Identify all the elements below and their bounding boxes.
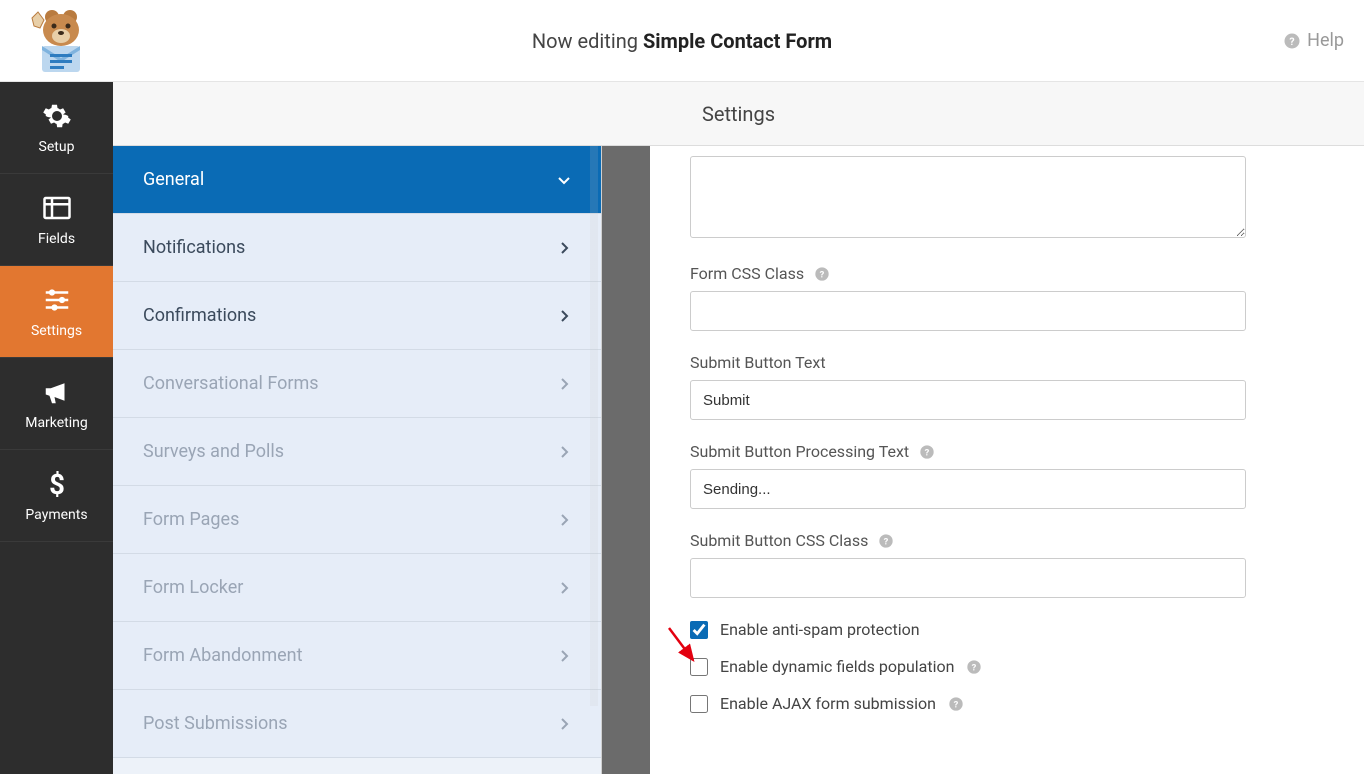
- editing-prefix: Now editing: [532, 29, 643, 53]
- settings-menu-form-pages[interactable]: Form Pages: [113, 486, 601, 554]
- checkbox-dynamic-fields: Enable dynamic fields population ?: [690, 657, 1324, 676]
- help-icon[interactable]: ?: [919, 444, 935, 460]
- settings-menu-label: Form Locker: [143, 577, 243, 598]
- svg-text:?: ?: [925, 447, 930, 458]
- rail-item-payments[interactable]: $ Payments: [0, 450, 113, 542]
- checkbox-ajax: Enable AJAX form submission ?: [690, 694, 1324, 713]
- field-group-css-class: Form CSS Class ?: [690, 264, 1324, 331]
- chevron-right-icon: [557, 513, 571, 527]
- svg-text:?: ?: [954, 699, 959, 710]
- submit-button-text-input[interactable]: [690, 380, 1246, 420]
- checkbox-label: Enable dynamic fields population: [720, 657, 954, 676]
- field-group-submit-text: Submit Button Text: [690, 353, 1324, 420]
- ajax-submission-checkbox[interactable]: [690, 695, 708, 713]
- help-icon: ?: [1283, 32, 1301, 50]
- settings-menu: General Notifications Confirmations Conv…: [113, 146, 601, 758]
- dollar-icon: $: [42, 469, 72, 499]
- field-label: Form CSS Class ?: [690, 264, 1324, 283]
- settings-menu-confirmations[interactable]: Confirmations: [113, 282, 601, 350]
- chevron-down-icon: [557, 173, 571, 187]
- field-label: Submit Button Text: [690, 353, 1324, 372]
- settings-menu-general[interactable]: General: [113, 146, 601, 214]
- bullhorn-icon: [42, 377, 72, 407]
- checkbox-label: Enable AJAX form submission: [720, 694, 936, 713]
- svg-text:?: ?: [1290, 34, 1295, 47]
- label-text: Submit Button CSS Class: [690, 531, 868, 550]
- dynamic-fields-checkbox[interactable]: [690, 658, 708, 676]
- settings-menu-label: Post Submissions: [143, 713, 287, 734]
- checkbox-label: Enable anti-spam protection: [720, 620, 920, 639]
- help-icon[interactable]: ?: [948, 696, 964, 712]
- page-title: Now editing Simple Contact Form: [532, 29, 832, 53]
- settings-menu-label: Form Pages: [143, 509, 239, 530]
- field-group-submit-processing: Submit Button Processing Text ?: [690, 442, 1324, 509]
- sliders-icon: [42, 285, 72, 315]
- settings-menu-surveys[interactable]: Surveys and Polls: [113, 418, 601, 486]
- field-label: Submit Button CSS Class ?: [690, 531, 1324, 550]
- rail-label: Payments: [25, 507, 87, 523]
- chevron-right-icon: [557, 377, 571, 391]
- help-link[interactable]: ? Help: [1283, 30, 1344, 51]
- help-icon[interactable]: ?: [966, 659, 982, 675]
- chevron-right-icon: [557, 445, 571, 459]
- field-group-submit-css: Submit Button CSS Class ?: [690, 531, 1324, 598]
- submit-button-css-input[interactable]: [690, 558, 1246, 598]
- wpforms-logo-icon: [24, 8, 90, 74]
- rail-item-settings[interactable]: Settings: [0, 266, 113, 358]
- list-icon: [42, 193, 72, 223]
- gear-icon: [42, 101, 72, 131]
- svg-text:?: ?: [820, 269, 825, 280]
- svg-text:$: $: [49, 469, 65, 499]
- checkbox-anti-spam: Enable anti-spam protection: [690, 620, 1324, 639]
- settings-menu-label: Form Abandonment: [143, 645, 302, 666]
- workspace: Setup Fields Settings Marketing $ Paymen…: [0, 82, 1364, 774]
- app-logo: [0, 0, 113, 82]
- label-text: Submit Button Processing Text: [690, 442, 909, 461]
- panel-header: Settings: [113, 82, 1364, 146]
- chevron-right-icon: [557, 717, 571, 731]
- svg-text:?: ?: [972, 662, 977, 673]
- chevron-right-icon: [557, 241, 571, 255]
- field-label: Submit Button Processing Text ?: [690, 442, 1324, 461]
- settings-menu-label: General: [143, 169, 204, 190]
- label-text: Form CSS Class: [690, 264, 804, 283]
- top-bar: Now editing Simple Contact Form ? Help: [0, 0, 1364, 82]
- settings-menu-notifications[interactable]: Notifications: [113, 214, 601, 282]
- panel-title: Settings: [702, 102, 775, 126]
- settings-panel: Settings General Notifications Confirmat…: [113, 82, 602, 774]
- field-group-description: [690, 156, 1324, 242]
- settings-menu-form-locker[interactable]: Form Locker: [113, 554, 601, 622]
- chevron-right-icon: [557, 309, 571, 323]
- rail-label: Marketing: [25, 415, 88, 431]
- rail-item-fields[interactable]: Fields: [0, 174, 113, 266]
- anti-spam-checkbox[interactable]: [690, 621, 708, 639]
- settings-menu-form-abandonment[interactable]: Form Abandonment: [113, 622, 601, 690]
- rail-label: Setup: [39, 139, 75, 155]
- settings-menu-label: Confirmations: [143, 305, 256, 326]
- left-rail: Setup Fields Settings Marketing $ Paymen…: [0, 82, 113, 774]
- form-css-class-input[interactable]: [690, 291, 1246, 331]
- help-label: Help: [1307, 30, 1344, 51]
- rail-item-setup[interactable]: Setup: [0, 82, 113, 174]
- chevron-right-icon: [557, 649, 571, 663]
- settings-menu-label: Conversational Forms: [143, 373, 319, 394]
- svg-text:?: ?: [884, 536, 889, 547]
- help-icon[interactable]: ?: [878, 533, 894, 549]
- settings-menu-label: Surveys and Polls: [143, 441, 284, 462]
- rail-item-marketing[interactable]: Marketing: [0, 358, 113, 450]
- settings-menu-conversational[interactable]: Conversational Forms: [113, 350, 601, 418]
- settings-menu-post-submissions[interactable]: Post Submissions: [113, 690, 601, 758]
- form-description-input[interactable]: [690, 156, 1246, 238]
- help-icon[interactable]: ?: [814, 266, 830, 282]
- preview-gutter: [602, 146, 650, 774]
- label-text: Submit Button Text: [690, 353, 826, 372]
- settings-menu-label: Notifications: [143, 237, 245, 258]
- chevron-right-icon: [557, 581, 571, 595]
- rail-label: Fields: [38, 231, 75, 247]
- form-name: Simple Contact Form: [643, 29, 832, 53]
- submit-processing-text-input[interactable]: [690, 469, 1246, 509]
- rail-label: Settings: [31, 323, 82, 339]
- form-content: Form CSS Class ? Submit Button Text Subm…: [650, 146, 1364, 774]
